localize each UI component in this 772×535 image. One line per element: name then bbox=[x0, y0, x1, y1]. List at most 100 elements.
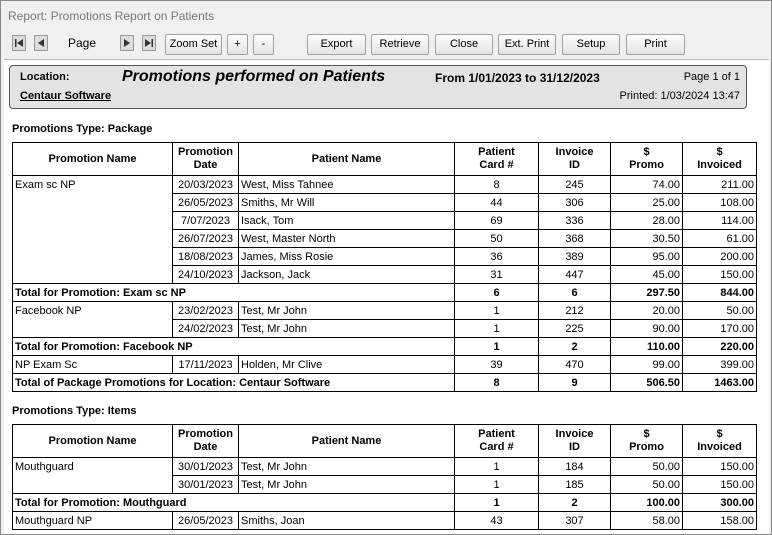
title-bar: Report: Promotions Report on Patients bbox=[1, 1, 771, 29]
ext-print-button[interactable]: Ext. Print bbox=[498, 34, 556, 55]
cell-invoice-id: 447 bbox=[538, 265, 611, 284]
total-invoiced: 1463.00 bbox=[682, 373, 757, 392]
total-row: Total for Promotion: Mouthguard 1 2 100.00 3… bbox=[12, 493, 757, 512]
cell-invoice-id: 225 bbox=[538, 319, 611, 338]
total-label: Total of Package Promotions for Location… bbox=[12, 373, 455, 392]
date-range: From 1/01/2023 to 31/12/2023 bbox=[435, 71, 600, 85]
export-button[interactable]: Export bbox=[307, 34, 366, 55]
cell-invoiced-amount: 211.00 bbox=[682, 175, 757, 194]
table-row: Exam sc NP 20/03/2023 West, Miss Tahnee 8 24… bbox=[12, 175, 757, 194]
cell-invoiced-amount: 200.00 bbox=[682, 247, 757, 266]
cell-patient-card: 8 bbox=[454, 175, 539, 194]
cell-promotion-name bbox=[12, 265, 173, 284]
report-header: Location: Promotions performed on Patien… bbox=[9, 65, 747, 109]
cell-patient-name: West, Master North bbox=[238, 229, 455, 248]
table-row: 24/02/2023 Test, Mr John 1 225 90.00 170.00 bbox=[12, 319, 757, 338]
col-invoice-id: Invoice ID bbox=[538, 142, 611, 176]
total-card: 8 bbox=[454, 373, 539, 392]
total-label: Total for Promotion: Facebook NP bbox=[12, 337, 455, 356]
table-header-row: Promotion Name Promotion Date Patient Name P… bbox=[12, 424, 757, 458]
cell-promo-amount: 74.00 bbox=[610, 175, 683, 194]
retrieve-button[interactable]: Retrieve bbox=[371, 34, 429, 55]
report-window: Report: Promotions Report on Patients Pa… bbox=[0, 0, 772, 535]
cell-invoiced-amount: 108.00 bbox=[682, 193, 757, 212]
cell-promotion-name bbox=[12, 475, 173, 494]
package-promotions-table: Promotion Name Promotion Date Patient Name P… bbox=[12, 142, 757, 392]
col-patient-card: Patient Card # bbox=[454, 424, 539, 458]
col-patient-name: Patient Name bbox=[238, 424, 455, 458]
cell-invoice-id: 185 bbox=[538, 475, 611, 494]
report-canvas[interactable]: Location: Promotions performed on Patien… bbox=[4, 59, 769, 534]
cell-promotion-date: 24/10/2023 bbox=[172, 265, 239, 284]
cell-promo-amount: 50.00 bbox=[610, 475, 683, 494]
cell-invoice-id: 389 bbox=[538, 247, 611, 266]
col-promo: $ Promo bbox=[610, 424, 683, 458]
cell-promotion-date: 23/02/2023 bbox=[172, 301, 239, 320]
total-promo: 506.50 bbox=[610, 373, 683, 392]
print-button[interactable]: Print bbox=[626, 34, 685, 55]
cell-patient-name: James, Miss Rosie bbox=[238, 247, 455, 266]
cell-invoiced-amount: 114.00 bbox=[682, 211, 757, 230]
cell-promotion-name bbox=[12, 319, 173, 338]
total-invoiced: 844.00 bbox=[682, 283, 757, 302]
cell-invoice-id: 245 bbox=[538, 175, 611, 194]
cell-invoiced-amount: 150.00 bbox=[682, 457, 757, 476]
col-invoiced: $ Invoiced bbox=[682, 424, 757, 458]
total-row: Total for Promotion: Facebook NP 1 2 110.00… bbox=[12, 337, 757, 356]
cell-patient-card: 1 bbox=[454, 319, 539, 338]
zoom-out-button[interactable]: - bbox=[253, 34, 274, 55]
previous-page-button[interactable] bbox=[34, 35, 48, 51]
cell-promo-amount: 90.00 bbox=[610, 319, 683, 338]
table-row: NP Exam Sc 17/11/2023 Holden, Mr Clive 39 47… bbox=[12, 355, 757, 374]
total-invoice: 2 bbox=[538, 493, 611, 512]
total-invoice: 9 bbox=[538, 373, 611, 392]
cell-promotion-name: Mouthguard NP bbox=[12, 511, 173, 530]
cell-patient-name: West, Miss Tahnee bbox=[238, 175, 455, 194]
total-promo: 100.00 bbox=[610, 493, 683, 512]
cell-promo-amount: 28.00 bbox=[610, 211, 683, 230]
total-row: Total of Package Promotions for Location… bbox=[12, 373, 757, 392]
total-row: Total for Promotion: Exam sc NP 6 6 297.50 8… bbox=[12, 283, 757, 302]
zoom-set-button[interactable]: Zoom Set bbox=[165, 34, 222, 55]
col-patient-name: Patient Name bbox=[238, 142, 455, 176]
cell-patient-name: Smiths, Joan bbox=[238, 511, 455, 530]
cell-promotion-date: 20/03/2023 bbox=[172, 175, 239, 194]
cell-patient-name: Isack, Tom bbox=[238, 211, 455, 230]
cell-patient-name: Smiths, Mr Will bbox=[238, 193, 455, 212]
table-row: 26/05/2023 Smiths, Mr Will 44 306 25.00 108.0… bbox=[12, 193, 757, 212]
table-row: 7/07/2023 Isack, Tom 69 336 28.00 114.00 bbox=[12, 211, 757, 230]
first-page-button[interactable] bbox=[12, 35, 26, 51]
cell-patient-name: Test, Mr John bbox=[238, 475, 455, 494]
setup-button[interactable]: Setup bbox=[562, 34, 620, 55]
page-number: Page 1 of 1 bbox=[683, 71, 740, 83]
cell-promotion-name bbox=[12, 247, 173, 266]
cell-invoiced-amount: 399.00 bbox=[682, 355, 757, 374]
last-page-button[interactable] bbox=[142, 35, 156, 51]
total-promo: 297.50 bbox=[610, 283, 683, 302]
cell-promotion-date: 17/11/2023 bbox=[172, 355, 239, 374]
cell-patient-card: 39 bbox=[454, 355, 539, 374]
section-title-package: Promotions Type: Package bbox=[12, 123, 153, 135]
col-promotion-date: Promotion Date bbox=[172, 142, 239, 176]
cell-promotion-name: NP Exam Sc bbox=[12, 355, 173, 374]
cell-patient-name: Jackson, Jack bbox=[238, 265, 455, 284]
cell-promotion-name bbox=[12, 193, 173, 212]
page-label: Page bbox=[68, 36, 97, 50]
total-card: 6 bbox=[454, 283, 539, 302]
first-page-icon bbox=[15, 39, 23, 47]
zoom-in-button[interactable]: + bbox=[227, 34, 248, 55]
cell-patient-card: 50 bbox=[454, 229, 539, 248]
next-page-icon bbox=[124, 39, 130, 47]
cell-patient-card: 1 bbox=[454, 457, 539, 476]
total-card: 1 bbox=[454, 493, 539, 512]
col-promotion-name: Promotion Name bbox=[12, 424, 173, 458]
table-row: Mouthguard NP 26/05/2023 Smiths, Joan 43 307… bbox=[12, 511, 757, 530]
next-page-button[interactable] bbox=[120, 35, 134, 51]
total-invoiced: 220.00 bbox=[682, 337, 757, 356]
cell-promo-amount: 99.00 bbox=[610, 355, 683, 374]
cell-promotion-name bbox=[12, 211, 173, 230]
toolbar: Page Zoom Set + - Export Retrieve Close … bbox=[1, 29, 771, 59]
total-label: Total for Promotion: Exam sc NP bbox=[12, 283, 455, 302]
close-button[interactable]: Close bbox=[435, 34, 493, 55]
table-row: 30/01/2023 Test, Mr John 1 185 50.00 150.00 bbox=[12, 475, 757, 494]
